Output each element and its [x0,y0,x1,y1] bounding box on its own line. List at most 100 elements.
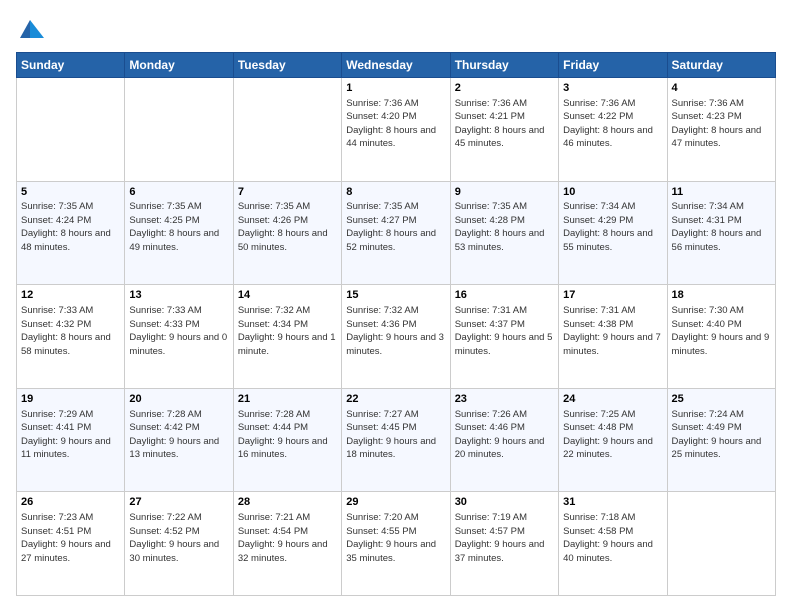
day-cell: 26 Sunrise: 7:23 AMSunset: 4:51 PMDaylig… [17,492,125,596]
day-info: Sunrise: 7:36 AMSunset: 4:23 PMDaylight:… [672,98,762,150]
day-number: 11 [672,185,771,200]
day-number: 18 [672,288,771,303]
weekday-header-tuesday: Tuesday [233,53,341,78]
day-info: Sunrise: 7:30 AMSunset: 4:40 PMDaylight:… [672,305,770,357]
weekday-header-friday: Friday [559,53,667,78]
day-cell: 19 Sunrise: 7:29 AMSunset: 4:41 PMDaylig… [17,388,125,492]
day-cell: 25 Sunrise: 7:24 AMSunset: 4:49 PMDaylig… [667,388,775,492]
week-row-5: 26 Sunrise: 7:23 AMSunset: 4:51 PMDaylig… [17,492,776,596]
day-number: 17 [563,288,662,303]
calendar-table: SundayMondayTuesdayWednesdayThursdayFrid… [16,52,776,596]
day-cell: 22 Sunrise: 7:27 AMSunset: 4:45 PMDaylig… [342,388,450,492]
day-number: 14 [238,288,337,303]
day-cell: 27 Sunrise: 7:22 AMSunset: 4:52 PMDaylig… [125,492,233,596]
week-row-4: 19 Sunrise: 7:29 AMSunset: 4:41 PMDaylig… [17,388,776,492]
day-cell: 18 Sunrise: 7:30 AMSunset: 4:40 PMDaylig… [667,285,775,389]
day-info: Sunrise: 7:33 AMSunset: 4:32 PMDaylight:… [21,305,111,357]
day-cell: 31 Sunrise: 7:18 AMSunset: 4:58 PMDaylig… [559,492,667,596]
day-info: Sunrise: 7:36 AMSunset: 4:22 PMDaylight:… [563,98,653,150]
day-cell: 17 Sunrise: 7:31 AMSunset: 4:38 PMDaylig… [559,285,667,389]
day-number: 19 [21,392,120,407]
day-cell: 5 Sunrise: 7:35 AMSunset: 4:24 PMDayligh… [17,181,125,285]
day-info: Sunrise: 7:28 AMSunset: 4:44 PMDaylight:… [238,409,328,461]
week-row-1: 1 Sunrise: 7:36 AMSunset: 4:20 PMDayligh… [17,78,776,182]
day-info: Sunrise: 7:29 AMSunset: 4:41 PMDaylight:… [21,409,111,461]
day-info: Sunrise: 7:28 AMSunset: 4:42 PMDaylight:… [129,409,219,461]
day-number: 28 [238,495,337,510]
day-cell: 13 Sunrise: 7:33 AMSunset: 4:33 PMDaylig… [125,285,233,389]
day-number: 7 [238,185,337,200]
weekday-header-monday: Monday [125,53,233,78]
day-number: 30 [455,495,554,510]
day-cell: 1 Sunrise: 7:36 AMSunset: 4:20 PMDayligh… [342,78,450,182]
header [16,16,776,44]
day-number: 22 [346,392,445,407]
logo [16,16,48,44]
day-cell: 24 Sunrise: 7:25 AMSunset: 4:48 PMDaylig… [559,388,667,492]
day-cell [125,78,233,182]
day-cell: 12 Sunrise: 7:33 AMSunset: 4:32 PMDaylig… [17,285,125,389]
day-number: 3 [563,81,662,96]
day-info: Sunrise: 7:31 AMSunset: 4:37 PMDaylight:… [455,305,553,357]
week-row-2: 5 Sunrise: 7:35 AMSunset: 4:24 PMDayligh… [17,181,776,285]
day-number: 12 [21,288,120,303]
day-number: 8 [346,185,445,200]
day-cell: 28 Sunrise: 7:21 AMSunset: 4:54 PMDaylig… [233,492,341,596]
day-number: 23 [455,392,554,407]
day-number: 25 [672,392,771,407]
day-info: Sunrise: 7:35 AMSunset: 4:27 PMDaylight:… [346,201,436,253]
weekday-header-row: SundayMondayTuesdayWednesdayThursdayFrid… [17,53,776,78]
day-cell: 29 Sunrise: 7:20 AMSunset: 4:55 PMDaylig… [342,492,450,596]
day-cell: 30 Sunrise: 7:19 AMSunset: 4:57 PMDaylig… [450,492,558,596]
day-info: Sunrise: 7:35 AMSunset: 4:28 PMDaylight:… [455,201,545,253]
day-number: 21 [238,392,337,407]
day-info: Sunrise: 7:35 AMSunset: 4:25 PMDaylight:… [129,201,219,253]
day-info: Sunrise: 7:22 AMSunset: 4:52 PMDaylight:… [129,512,219,564]
week-row-3: 12 Sunrise: 7:33 AMSunset: 4:32 PMDaylig… [17,285,776,389]
day-cell: 20 Sunrise: 7:28 AMSunset: 4:42 PMDaylig… [125,388,233,492]
day-cell: 16 Sunrise: 7:31 AMSunset: 4:37 PMDaylig… [450,285,558,389]
day-number: 27 [129,495,228,510]
page: SundayMondayTuesdayWednesdayThursdayFrid… [0,0,792,612]
day-info: Sunrise: 7:27 AMSunset: 4:45 PMDaylight:… [346,409,436,461]
day-info: Sunrise: 7:36 AMSunset: 4:21 PMDaylight:… [455,98,545,150]
day-info: Sunrise: 7:18 AMSunset: 4:58 PMDaylight:… [563,512,653,564]
day-number: 5 [21,185,120,200]
day-info: Sunrise: 7:21 AMSunset: 4:54 PMDaylight:… [238,512,328,564]
day-cell: 3 Sunrise: 7:36 AMSunset: 4:22 PMDayligh… [559,78,667,182]
day-cell: 23 Sunrise: 7:26 AMSunset: 4:46 PMDaylig… [450,388,558,492]
day-info: Sunrise: 7:33 AMSunset: 4:33 PMDaylight:… [129,305,227,357]
day-info: Sunrise: 7:32 AMSunset: 4:34 PMDaylight:… [238,305,336,357]
day-number: 31 [563,495,662,510]
day-cell: 9 Sunrise: 7:35 AMSunset: 4:28 PMDayligh… [450,181,558,285]
day-number: 6 [129,185,228,200]
day-cell [233,78,341,182]
day-cell: 11 Sunrise: 7:34 AMSunset: 4:31 PMDaylig… [667,181,775,285]
weekday-header-saturday: Saturday [667,53,775,78]
day-cell: 14 Sunrise: 7:32 AMSunset: 4:34 PMDaylig… [233,285,341,389]
logo-icon [16,16,44,44]
day-number: 24 [563,392,662,407]
day-info: Sunrise: 7:34 AMSunset: 4:31 PMDaylight:… [672,201,762,253]
day-info: Sunrise: 7:31 AMSunset: 4:38 PMDaylight:… [563,305,661,357]
day-number: 20 [129,392,228,407]
day-info: Sunrise: 7:25 AMSunset: 4:48 PMDaylight:… [563,409,653,461]
day-number: 15 [346,288,445,303]
day-cell: 15 Sunrise: 7:32 AMSunset: 4:36 PMDaylig… [342,285,450,389]
day-info: Sunrise: 7:34 AMSunset: 4:29 PMDaylight:… [563,201,653,253]
day-info: Sunrise: 7:36 AMSunset: 4:20 PMDaylight:… [346,98,436,150]
day-number: 2 [455,81,554,96]
day-number: 1 [346,81,445,96]
day-number: 26 [21,495,120,510]
day-info: Sunrise: 7:24 AMSunset: 4:49 PMDaylight:… [672,409,762,461]
day-info: Sunrise: 7:20 AMSunset: 4:55 PMDaylight:… [346,512,436,564]
day-info: Sunrise: 7:35 AMSunset: 4:24 PMDaylight:… [21,201,111,253]
day-cell [667,492,775,596]
day-cell: 8 Sunrise: 7:35 AMSunset: 4:27 PMDayligh… [342,181,450,285]
weekday-header-wednesday: Wednesday [342,53,450,78]
day-cell [17,78,125,182]
day-info: Sunrise: 7:19 AMSunset: 4:57 PMDaylight:… [455,512,545,564]
day-cell: 7 Sunrise: 7:35 AMSunset: 4:26 PMDayligh… [233,181,341,285]
day-cell: 4 Sunrise: 7:36 AMSunset: 4:23 PMDayligh… [667,78,775,182]
day-cell: 10 Sunrise: 7:34 AMSunset: 4:29 PMDaylig… [559,181,667,285]
